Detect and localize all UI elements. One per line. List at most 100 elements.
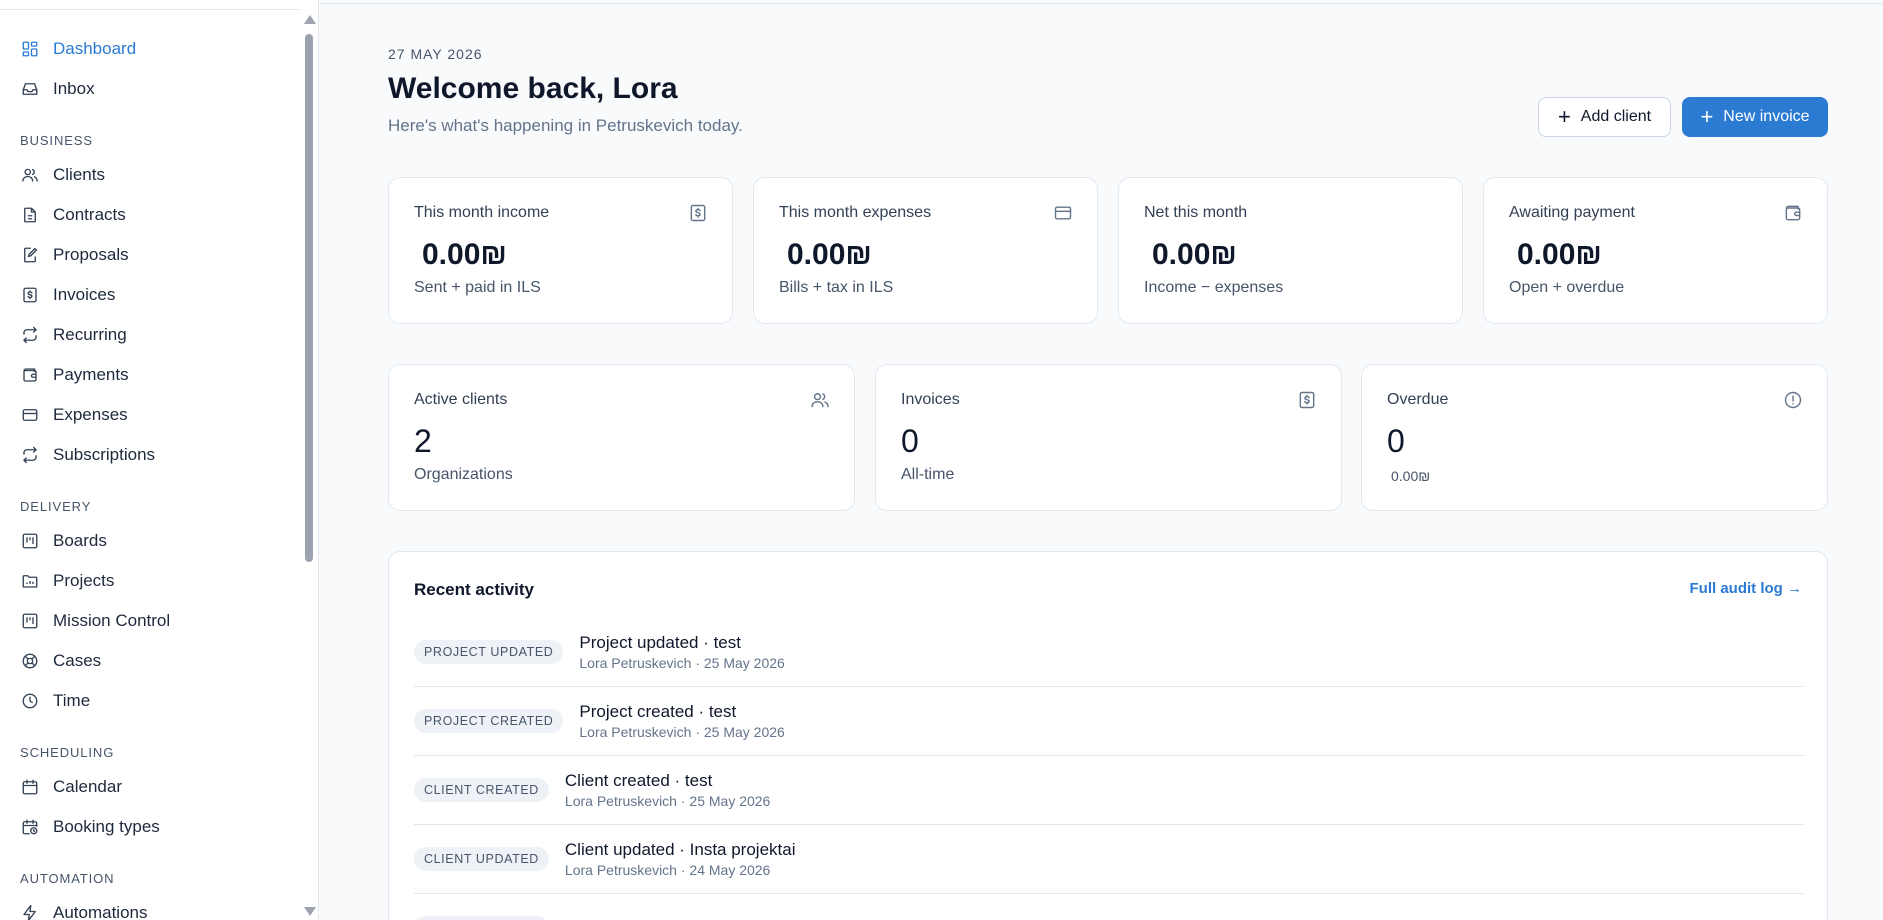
kanban-icon: [20, 611, 40, 631]
stat-subtext: Organizations: [414, 466, 513, 483]
sidebar-scrollbar[interactable]: [302, 10, 316, 920]
activity-row[interactable]: PROJECT UPDATED Project updated · test Lor…: [414, 618, 1804, 687]
scroll-thumb[interactable]: [305, 34, 313, 562]
sidebar-item-label: Projects: [53, 571, 115, 590]
activity-row[interactable]: CLIENT CREATED Client created · test Lora …: [414, 756, 1804, 825]
sidebar-item-mission-control[interactable]: Mission Control: [0, 601, 300, 641]
stat-title: This month expenses: [779, 204, 932, 221]
sidebar-item-label: Proposals: [53, 245, 129, 264]
sidebar-item-contracts[interactable]: Contracts: [0, 195, 300, 235]
full-audit-log-link[interactable]: Full audit log →: [1690, 580, 1803, 597]
activity-text: Project updated · test Lora Petruskevich …: [579, 632, 784, 672]
stat-card-awaiting: Awaiting payment 0.00₪ Open + overdue: [1483, 177, 1828, 324]
activity-title: Client created · test: [564, 771, 713, 790]
activity-list: PROJECT UPDATED Project updated · test Lor…: [414, 618, 1804, 920]
stat-value: 0.00₪: [422, 238, 507, 271]
kanban-icon: [20, 531, 40, 551]
add-client-button[interactable]: + Add client: [1538, 97, 1671, 137]
sidebar-item-dashboard[interactable]: Dashboard: [0, 29, 300, 69]
activity-type-badge: CLIENT CREATED: [414, 778, 549, 802]
stat-subtext: Income − expenses: [1144, 279, 1284, 296]
new-invoice-button[interactable]: + New invoice: [1682, 97, 1828, 137]
plus-icon: +: [1700, 104, 1714, 129]
sidebar-item-label: Automations: [53, 903, 148, 920]
sidebar-item-projects[interactable]: Projects: [0, 561, 300, 601]
add-client-label: Add client: [1580, 108, 1652, 125]
sidebar-item-label: Contracts: [53, 205, 126, 224]
scroll-down-arrow[interactable]: [304, 907, 316, 916]
stat-title: Awaiting payment: [1509, 204, 1635, 221]
stat-subtext: All-time: [901, 466, 955, 483]
stat-subtext: Open + overdue: [1509, 279, 1625, 296]
sidebar-item-proposals[interactable]: Proposals: [0, 235, 300, 275]
sidebar-divider: [0, 9, 300, 10]
plus-icon: +: [1557, 104, 1571, 129]
activity-row[interactable]: CLIENT CREATEDClient created · Insta pro…: [414, 894, 1804, 920]
scroll-up-arrow[interactable]: [304, 15, 316, 24]
page-subtitle: Here's what's happening in Petruskevich …: [388, 116, 743, 135]
stat-value: 0.00₪: [1152, 238, 1237, 271]
sidebar-item-payments[interactable]: Payments: [0, 355, 300, 395]
repeat-icon: [20, 325, 40, 345]
activity-row[interactable]: PROJECT CREATED Project created · test Lor…: [414, 687, 1804, 756]
alert-circle-icon: [1783, 390, 1805, 412]
wallet-icon: [20, 365, 40, 385]
sidebar-item-time[interactable]: Time: [0, 681, 300, 721]
stat-card-invoices: Invoices 0 All-time: [875, 364, 1342, 511]
stat-subtext: 0.00₪: [1391, 468, 1431, 484]
sidebar-item-label: Mission Control: [53, 611, 171, 630]
sidebar-item-label: Calendar: [53, 777, 122, 796]
stat-card-active-clients: Active clients 2 Organizations: [388, 364, 855, 511]
stat-subtext: Sent + paid in ILS: [414, 279, 541, 296]
sidebar-item-clients[interactable]: Clients: [0, 155, 300, 195]
activity-type-badge: PROJECT CREATED: [414, 709, 564, 733]
sidebar-item-boards[interactable]: Boards: [0, 521, 300, 561]
stat-title: This month income: [414, 204, 550, 221]
sidebar-item-subscriptions[interactable]: Subscriptions: [0, 435, 300, 475]
page-title: Welcome back, Lora: [388, 72, 678, 105]
clock-icon: [20, 691, 40, 711]
sidebar-item-invoices[interactable]: Invoices: [0, 275, 300, 315]
sidebar-item-expenses[interactable]: Expenses: [0, 395, 300, 435]
stat-value: 0.00₪: [1517, 238, 1602, 271]
users-icon: [810, 390, 832, 412]
sidebar-item-calendar[interactable]: Calendar: [0, 767, 300, 807]
activity-title: Project created · test: [579, 702, 737, 721]
stat-value: 0: [1387, 423, 1405, 459]
lifebuoy-icon: [20, 651, 40, 671]
dollar-document-icon: [688, 203, 710, 225]
sidebar-section-label: AUTOMATION: [20, 871, 115, 886]
credit-card-icon: [20, 405, 40, 425]
sidebar-item-recurring[interactable]: Recurring: [0, 315, 300, 355]
activity-text: Client updated · Insta projektai Lora Pet…: [565, 839, 796, 879]
recent-activity-panel: Recent activity Full audit log → PROJECT…: [388, 551, 1828, 920]
activity-row[interactable]: CLIENT UPDATED Client updated · Insta pro…: [414, 825, 1804, 894]
sidebar-item-automations[interactable]: Automations: [0, 893, 300, 920]
calendar-icon: [20, 777, 40, 797]
sidebar-item-label: Invoices: [53, 285, 116, 304]
activity-meta: Lora Petruskevich · 24 May 2026: [564, 862, 771, 878]
dashboard-icon: [20, 39, 40, 59]
sidebar-section-label: DELIVERY: [20, 499, 92, 514]
activity-title: Project updated · test: [579, 633, 741, 652]
sidebar-item-cases[interactable]: Cases: [0, 641, 300, 681]
stat-card-net: Net this month 0.00₪ Income − expenses: [1118, 177, 1463, 324]
sidebar-section-label: BUSINESS: [20, 133, 93, 148]
sidebar-item-label: Time: [53, 691, 91, 710]
stat-title: Net this month: [1144, 204, 1248, 221]
activity-type-badge: PROJECT UPDATED: [414, 640, 564, 664]
activity-type-badge: CLIENT UPDATED: [414, 847, 549, 871]
calendar-clock-icon: [20, 817, 40, 837]
repeat-icon: [20, 445, 40, 465]
activity-text: Project created · test Lora Petruskevich …: [579, 701, 784, 741]
stat-subtext: Bills + tax in ILS: [779, 279, 894, 296]
sidebar-item-label: Payments: [53, 365, 129, 384]
sidebar-item-booking-types[interactable]: Booking types: [0, 807, 300, 847]
sidebar-item-label: Subscriptions: [53, 445, 156, 464]
stat-card-overdue: Overdue 0 0.00₪: [1361, 364, 1828, 511]
stat-value: 2: [414, 423, 432, 459]
recent-activity-title: Recent activity: [414, 580, 534, 599]
credit-card-icon: [1053, 203, 1075, 225]
sidebar-item-inbox[interactable]: Inbox: [0, 69, 300, 109]
sidebar-item-label: Cases: [53, 651, 102, 670]
